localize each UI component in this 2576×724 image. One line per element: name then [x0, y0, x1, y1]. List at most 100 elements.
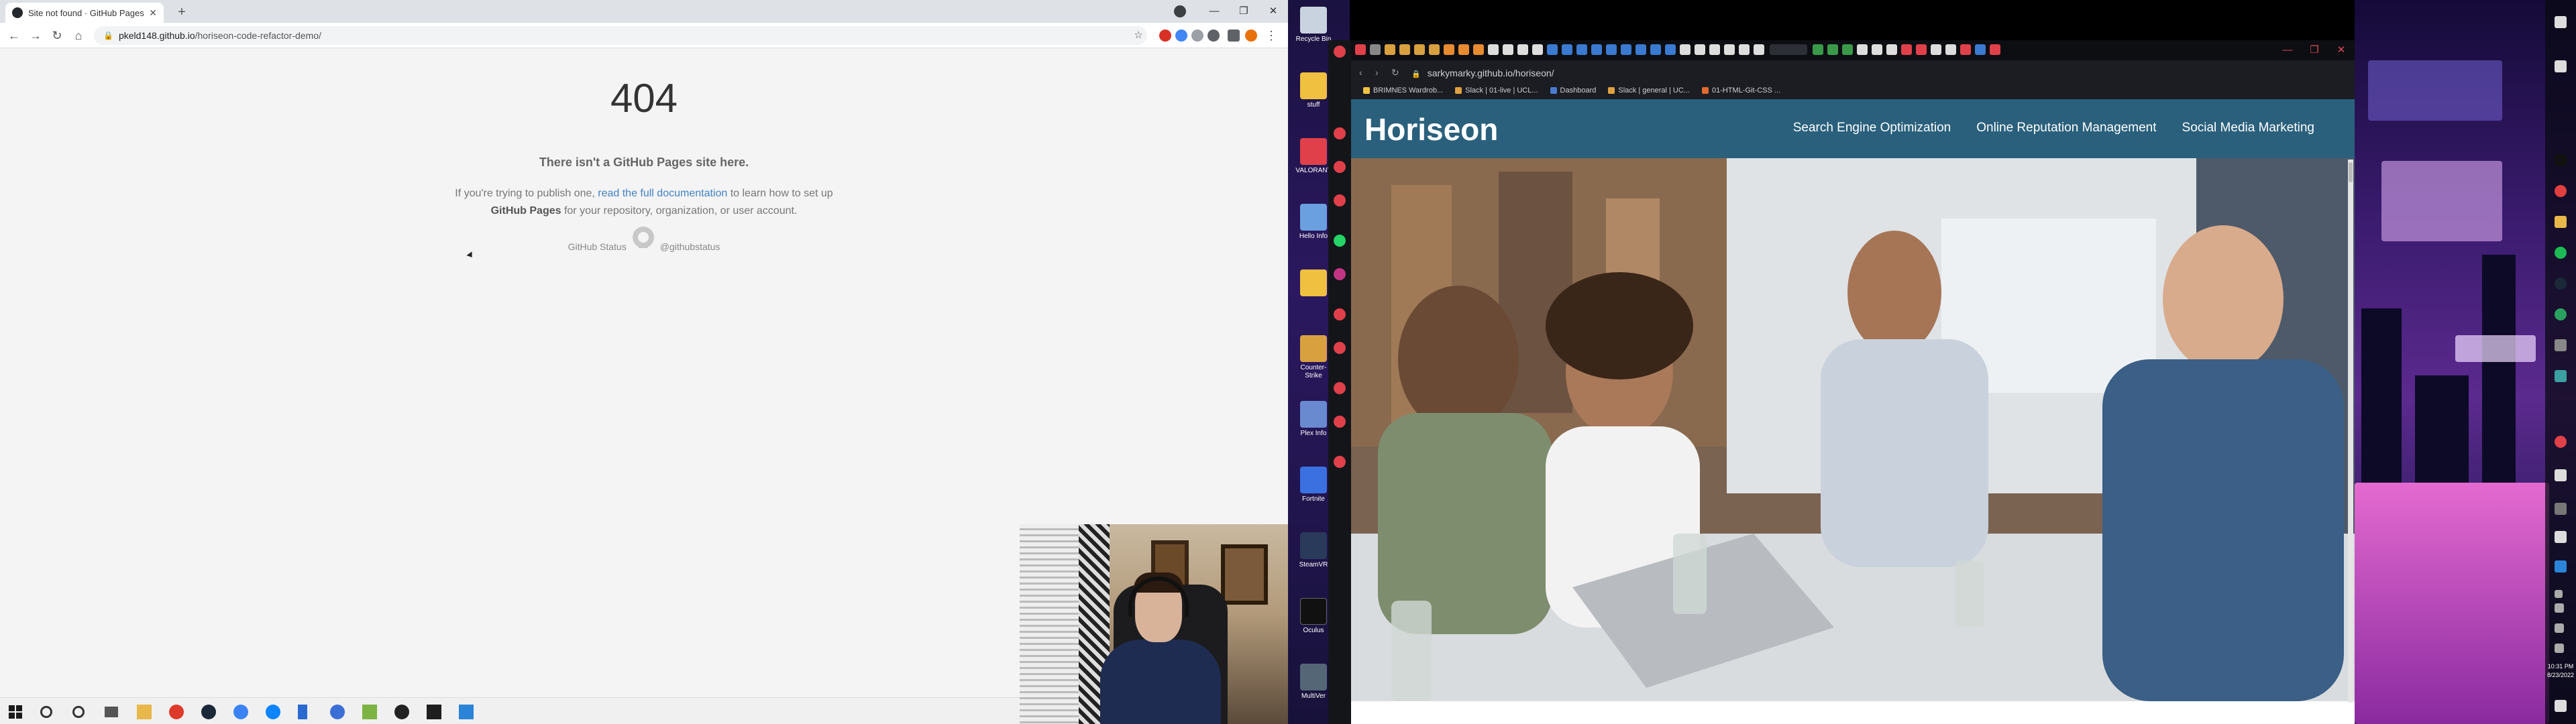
desktop-icon[interactable]: Oculus: [1295, 598, 1332, 635]
tab-icon[interactable]: [1385, 44, 1395, 55]
tab-icon[interactable]: [1872, 44, 1882, 55]
tab-icon[interactable]: [1414, 44, 1425, 55]
bookmark-item[interactable]: Dashboard: [1550, 83, 1596, 98]
horiseon-logo[interactable]: Horiseon: [1364, 111, 1498, 147]
tab-icon[interactable]: [1695, 44, 1705, 55]
app-icon[interactable]: [2555, 339, 2567, 351]
sidebar-app-icon[interactable]: [1334, 127, 1346, 139]
close-button[interactable]: ✕: [2328, 40, 2355, 60]
keyboard-icon[interactable]: [2555, 644, 2564, 653]
desktop-icon[interactable]: SteamVR: [1295, 532, 1332, 569]
terminal-icon[interactable]: [2555, 531, 2567, 543]
chevron-up-icon[interactable]: [2555, 590, 2563, 598]
sidebar-app-icon[interactable]: [1334, 342, 1346, 354]
app-icon[interactable]: [2555, 308, 2567, 320]
extension-icon[interactable]: [1159, 29, 1171, 42]
github-icon[interactable]: [1754, 44, 1764, 55]
github-status-link[interactable]: GitHub Status: [568, 241, 627, 252]
page-scrollbar[interactable]: [2348, 160, 2353, 703]
new-tab-button[interactable]: +: [173, 4, 191, 20]
home-icon[interactable]: ⌂: [71, 28, 86, 43]
desktop-icon[interactable]: stuff: [1295, 72, 1332, 109]
app-icon[interactable]: [2555, 185, 2567, 197]
sidebar-app-icon[interactable]: [1334, 161, 1346, 173]
app-icon[interactable]: [330, 705, 345, 719]
extension-icon[interactable]: [1175, 29, 1187, 42]
puzzle-icon[interactable]: [1228, 29, 1240, 42]
nav-link-reputation[interactable]: Online Reputation Management: [1976, 121, 2156, 135]
app-icon[interactable]: [2555, 60, 2567, 72]
search-icon[interactable]: [40, 706, 52, 718]
back-icon[interactable]: ←: [7, 28, 21, 43]
file-explorer-icon[interactable]: [137, 705, 152, 719]
desktop-icon[interactable]: [1295, 269, 1332, 298]
vscode-icon[interactable]: [459, 705, 474, 719]
avatar[interactable]: [1245, 29, 1257, 42]
tab-icon[interactable]: [1827, 44, 1838, 55]
tab-icon[interactable]: [1813, 44, 1823, 55]
desktop-icon[interactable]: Recycle Bin: [1295, 7, 1332, 44]
tab-icon[interactable]: [1709, 44, 1720, 55]
forward-icon[interactable]: ›: [1375, 67, 1379, 78]
reload-icon[interactable]: ↻: [50, 28, 64, 43]
desktop-icon[interactable]: Plex Info: [1295, 401, 1332, 438]
app-icon[interactable]: [233, 705, 248, 719]
settings-icon[interactable]: [1334, 456, 1346, 468]
tab-icon[interactable]: [1576, 44, 1587, 55]
menu-icon[interactable]: ⋮: [1264, 28, 1279, 43]
bookmark-item[interactable]: Slack | 01-live | UCL...: [1455, 83, 1538, 98]
minimize-button[interactable]: —: [1199, 0, 1229, 23]
tab-icon[interactable]: [1370, 44, 1381, 55]
desktop-icon[interactable]: Counter-Strike: [1295, 335, 1332, 380]
app-icon[interactable]: [266, 705, 280, 719]
tab-icon[interactable]: [1591, 44, 1602, 55]
tab-icon[interactable]: [1724, 44, 1735, 55]
maximize-button[interactable]: ❐: [1229, 0, 1258, 23]
chrome-icon[interactable]: [169, 705, 184, 719]
tab-icon[interactable]: [1635, 44, 1646, 55]
tab-icon[interactable]: [1665, 44, 1676, 55]
desktop-icon[interactable]: VALORANT: [1295, 138, 1332, 175]
chrome-tab-active[interactable]: Site not found · GitHub Pages ✕: [5, 3, 164, 23]
whatsapp-icon[interactable]: [1334, 235, 1346, 247]
sidebar-app-icon[interactable]: [1334, 416, 1346, 428]
spotify-icon[interactable]: [2555, 247, 2567, 259]
gear-icon[interactable]: [2555, 16, 2567, 28]
app-icon[interactable]: [2555, 154, 2567, 166]
extension-icon[interactable]: [1191, 29, 1203, 42]
tab-icon[interactable]: [1399, 44, 1410, 55]
app-icon[interactable]: [362, 705, 377, 719]
app-icon[interactable]: [2555, 503, 2567, 515]
octocat-icon[interactable]: [633, 227, 654, 248]
tab-icon[interactable]: [1621, 44, 1631, 55]
forward-icon[interactable]: →: [28, 28, 43, 43]
extension-icon[interactable]: [1208, 29, 1220, 42]
desktop-icon[interactable]: Fortnite: [1295, 467, 1332, 503]
tab-icon[interactable]: [1857, 44, 1868, 55]
tab-icon[interactable]: [1931, 44, 1941, 55]
steam-icon[interactable]: [201, 705, 216, 719]
instagram-icon[interactable]: [1334, 268, 1346, 280]
tab-icon[interactable]: [1503, 44, 1513, 55]
steam-icon[interactable]: [2555, 278, 2567, 290]
tab-icon[interactable]: [1532, 44, 1543, 55]
system-clock[interactable]: 10:31 PM 8/23/2022: [2545, 662, 2576, 680]
nav-link-seo[interactable]: Search Engine Optimization: [1793, 121, 1951, 135]
desktop-icon[interactable]: Hello Info: [1295, 204, 1332, 241]
obs-icon[interactable]: [394, 705, 409, 719]
close-button[interactable]: ✕: [1258, 0, 1288, 23]
tab-icon[interactable]: [1945, 44, 1956, 55]
tab-icon[interactable]: [1429, 44, 1440, 55]
windows-start-icon[interactable]: [8, 705, 23, 719]
tab-icon[interactable]: [1517, 44, 1528, 55]
tab-active[interactable]: [1770, 44, 1807, 55]
tab-icon[interactable]: [1975, 44, 1986, 55]
bookmark-star-icon[interactable]: ☆: [1131, 28, 1146, 43]
tab-search-icon[interactable]: [1174, 5, 1186, 17]
back-icon[interactable]: ‹: [1359, 67, 1362, 78]
sidebar-app-icon[interactable]: [1334, 308, 1346, 320]
tab-icon[interactable]: [1458, 44, 1469, 55]
terminal-icon[interactable]: [427, 705, 441, 719]
maximize-button[interactable]: ❐: [2301, 40, 2328, 60]
tab-icon[interactable]: [1473, 44, 1484, 55]
